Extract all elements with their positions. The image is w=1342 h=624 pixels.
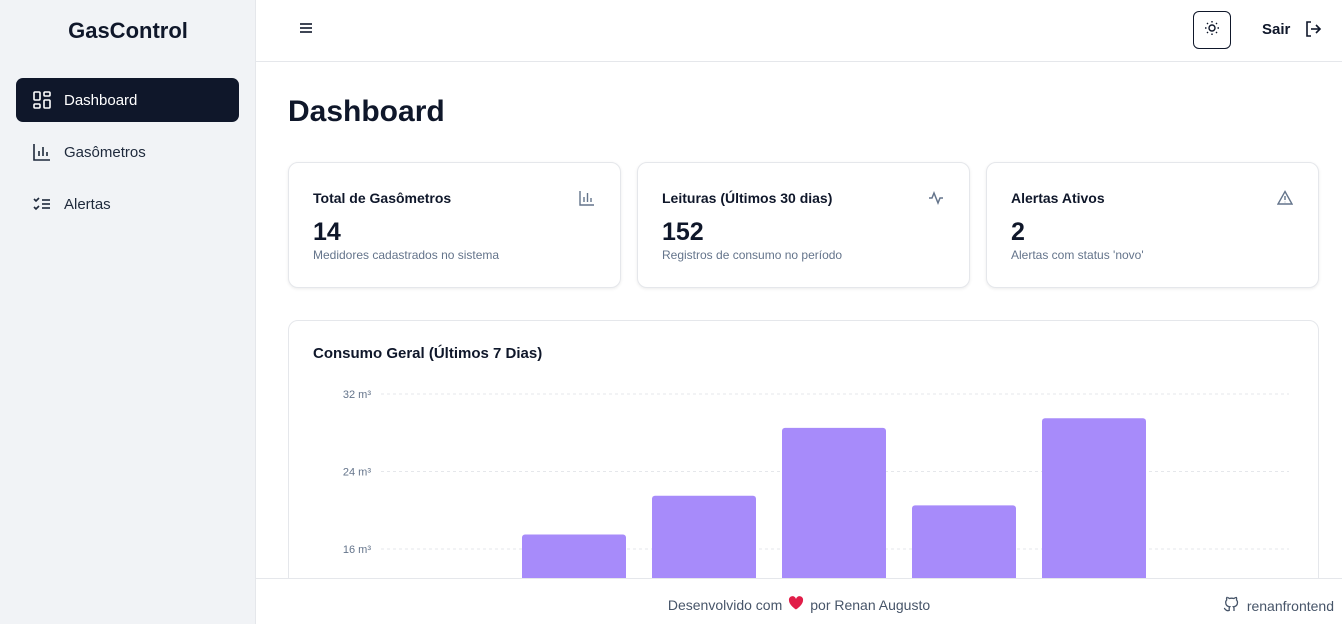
page-title: Dashboard <box>288 95 445 128</box>
card-subtitle: Medidores cadastrados no sistema <box>313 248 500 262</box>
sidebar-item-label: Alertas <box>64 195 111 213</box>
github-icon <box>1223 596 1239 615</box>
card-value: 2 <box>1011 218 1025 246</box>
footer-credit: Desenvolvido com por Renan Augusto <box>256 596 1342 613</box>
stat-card-total-gasometros: Total de Gasômetros 14 Medidores cadastr… <box>288 162 621 288</box>
logout-icon <box>1304 20 1322 38</box>
card-subtitle: Registros de consumo no período <box>662 248 843 262</box>
card-title: Alertas Ativos <box>1011 190 1105 206</box>
top-bar: Sair <box>256 0 1342 62</box>
y-tick-label: 32 m³ <box>343 389 371 401</box>
sidebar: GasControl Dashboard Gasômetros Alertas <box>0 0 256 624</box>
footer-credit-prefix: Desenvolvido com <box>667 596 783 613</box>
checklist-icon <box>32 194 52 214</box>
consumption-chart-card: Consumo Geral (Últimos 7 Dias) 32 m³ 24 m… <box>288 320 1319 621</box>
activity-icon <box>927 189 945 207</box>
consumption-bar-chart: 32 m³ 24 m³ 16 m³ <box>343 389 1289 621</box>
hamburger-icon <box>299 21 313 39</box>
github-username: renanfrontend <box>1246 597 1334 614</box>
github-link[interactable]: renanfrontend <box>1223 596 1334 615</box>
y-tick-label: 16 m³ <box>343 544 371 556</box>
bar-chart-icon <box>578 189 596 207</box>
sun-icon <box>1204 20 1220 41</box>
stat-card-alertas-ativos: Alertas Ativos 2 Alertas com status 'nov… <box>986 162 1319 288</box>
card-value: 152 <box>662 218 704 246</box>
card-title: Leituras (Últimos 30 dias) <box>662 190 833 206</box>
sidebar-item-dashboard[interactable]: Dashboard <box>16 78 239 122</box>
theme-toggle-button[interactable] <box>1193 11 1231 49</box>
menu-toggle-button[interactable] <box>296 20 316 40</box>
card-subtitle: Alertas com status 'novo' <box>1011 248 1144 262</box>
logout-button[interactable]: Sair <box>1262 20 1322 38</box>
sidebar-item-alertas[interactable]: Alertas <box>16 182 239 226</box>
footer: Desenvolvido com por Renan Augusto renan… <box>256 578 1342 624</box>
dashboard-icon <box>32 90 52 110</box>
stat-card-leituras: Leituras (Últimos 30 dias) 152 Registros… <box>637 162 970 288</box>
warning-icon <box>1276 189 1294 207</box>
sidebar-item-gasometros[interactable]: Gasômetros <box>16 130 239 174</box>
sidebar-item-label: Gasômetros <box>64 143 146 161</box>
card-title: Total de Gasômetros <box>313 190 452 206</box>
y-tick-label: 24 m³ <box>343 467 371 479</box>
logout-label: Sair <box>1262 20 1291 38</box>
heart-icon <box>788 596 804 613</box>
card-value: 14 <box>313 218 341 246</box>
bar-chart-icon <box>32 142 52 162</box>
sidebar-item-label: Dashboard <box>64 91 138 109</box>
app-brand: GasControl <box>68 18 188 43</box>
footer-credit-suffix: por Renan Augusto <box>810 596 931 613</box>
